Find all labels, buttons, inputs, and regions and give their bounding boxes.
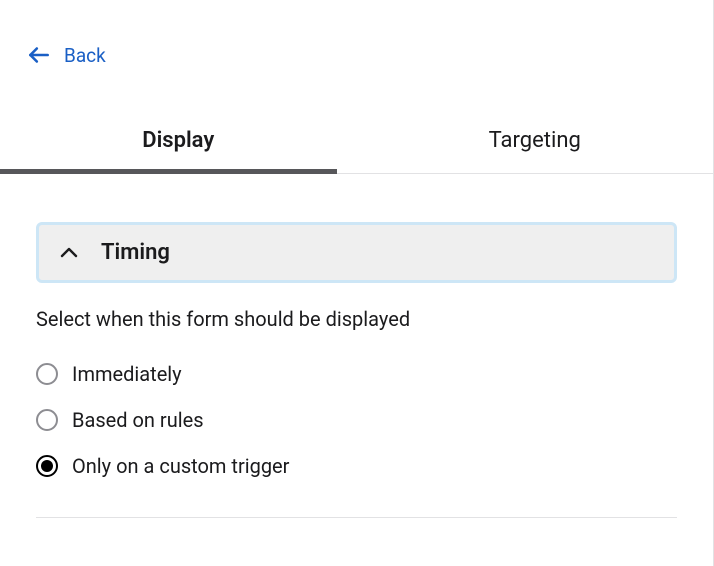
radio-label: Immediately: [72, 362, 182, 386]
section-subtitle: Select when this form should be displaye…: [36, 307, 677, 331]
radio-option-immediately[interactable]: Immediately: [36, 351, 677, 397]
tab-targeting[interactable]: Targeting: [357, 110, 714, 173]
radio-option-custom-trigger[interactable]: Only on a custom trigger: [36, 443, 677, 489]
content-area: Timing Select when this form should be d…: [0, 174, 713, 518]
back-link[interactable]: Back: [0, 0, 106, 68]
radio-icon: [36, 363, 58, 385]
radio-icon: [36, 409, 58, 431]
tabs: Display Targeting: [0, 110, 713, 174]
chevron-up-icon: [57, 241, 81, 265]
radio-option-based-on-rules[interactable]: Based on rules: [36, 397, 677, 443]
radio-label: Only on a custom trigger: [72, 454, 289, 478]
radio-label: Based on rules: [72, 408, 204, 432]
divider: [36, 517, 677, 518]
tab-label: Targeting: [489, 128, 581, 153]
radio-icon: [36, 455, 58, 477]
tab-label: Display: [142, 128, 214, 153]
section-title: Timing: [101, 240, 170, 265]
arrow-left-icon: [26, 42, 52, 68]
tab-display[interactable]: Display: [0, 110, 357, 173]
section-header-timing[interactable]: Timing: [36, 222, 677, 283]
radio-group-timing: Immediately Based on rules Only on a cus…: [36, 351, 677, 489]
back-label: Back: [64, 44, 106, 67]
